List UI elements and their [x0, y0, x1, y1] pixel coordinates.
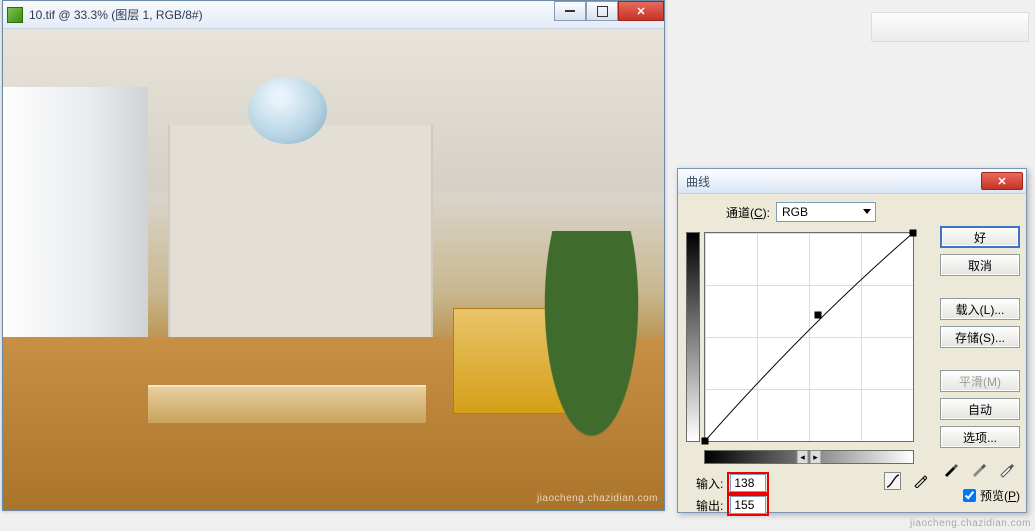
- minimize-button[interactable]: [554, 1, 586, 21]
- horizontal-gradient: ◂ ▸: [704, 450, 914, 464]
- curve-point-end[interactable]: [910, 230, 917, 237]
- curve-grid[interactable]: [704, 232, 914, 442]
- input-highlight: [727, 472, 769, 494]
- dialog-title: 曲线: [686, 173, 710, 190]
- output-row: 输出:: [696, 494, 769, 516]
- load-button[interactable]: 载入(L)...: [940, 298, 1020, 320]
- document-canvas[interactable]: jiaocheng.chazidian.com: [3, 29, 664, 510]
- document-titlebar[interactable]: 10.tif @ 33.3% (图层 1, RGB/8#): [3, 1, 664, 29]
- preview-row: 预览(P): [963, 487, 1020, 504]
- preview-label[interactable]: 预览(P): [980, 487, 1020, 504]
- window-buttons: [554, 1, 664, 21]
- page-watermark: jiaocheng.chazidian.com: [910, 518, 1031, 529]
- dialog-close-button[interactable]: [981, 172, 1023, 190]
- curves-dialog: 曲线 通道(C): RGB: [677, 168, 1027, 513]
- curve-area: [686, 232, 924, 466]
- channel-select[interactable]: RGB: [776, 202, 876, 222]
- ok-button[interactable]: 好: [940, 226, 1020, 248]
- document-window: 10.tif @ 33.3% (图层 1, RGB/8#) jiaocheng.…: [2, 0, 665, 511]
- pencil-tool-icon[interactable]: [911, 472, 928, 490]
- close-button[interactable]: [618, 1, 664, 21]
- channel-row: 通道(C): RGB: [726, 202, 1018, 222]
- gradient-arrows[interactable]: ◂ ▸: [797, 450, 822, 464]
- options-button[interactable]: 选项...: [940, 426, 1020, 448]
- input-row: 输入:: [696, 472, 769, 494]
- curve-line[interactable]: [705, 233, 913, 441]
- eyedropper-row: [940, 458, 1018, 480]
- output-label: 输出:: [696, 497, 723, 514]
- cancel-button[interactable]: 取消: [940, 254, 1020, 276]
- input-field[interactable]: [730, 474, 766, 492]
- vertical-gradient: [686, 232, 700, 442]
- curve-tool-icon[interactable]: [884, 472, 901, 490]
- arrow-right-icon[interactable]: ▸: [810, 450, 822, 464]
- output-field[interactable]: [730, 496, 766, 514]
- input-label: 输入:: [696, 475, 723, 492]
- photo-content: jiaocheng.chazidian.com: [3, 29, 664, 510]
- output-highlight: [727, 494, 769, 516]
- dialog-body: 通道(C): RGB: [678, 194, 1026, 512]
- eyedropper-black-icon[interactable]: [940, 458, 962, 480]
- eyedropper-gray-icon[interactable]: [968, 458, 990, 480]
- arrow-left-icon[interactable]: ◂: [797, 450, 809, 464]
- curve-tool-icons: [884, 472, 928, 490]
- image-watermark: jiaocheng.chazidian.com: [537, 493, 658, 504]
- document-icon: [7, 7, 23, 23]
- button-column: 好 取消 载入(L)... 存储(S)... 平滑(M) 自动 选项...: [940, 226, 1020, 448]
- preview-checkbox[interactable]: [963, 489, 976, 502]
- maximize-button[interactable]: [586, 1, 618, 21]
- save-button[interactable]: 存储(S)...: [940, 326, 1020, 348]
- smooth-button: 平滑(M): [940, 370, 1020, 392]
- channel-label: 通道(C):: [726, 204, 770, 221]
- curve-point-mid[interactable]: [814, 311, 821, 318]
- channel-select-value: RGB: [782, 205, 808, 219]
- eyedropper-white-icon[interactable]: [996, 458, 1018, 480]
- auto-button[interactable]: 自动: [940, 398, 1020, 420]
- blank-panel: [871, 12, 1029, 42]
- curve-point-start[interactable]: [702, 438, 709, 445]
- dialog-titlebar[interactable]: 曲线: [678, 169, 1026, 194]
